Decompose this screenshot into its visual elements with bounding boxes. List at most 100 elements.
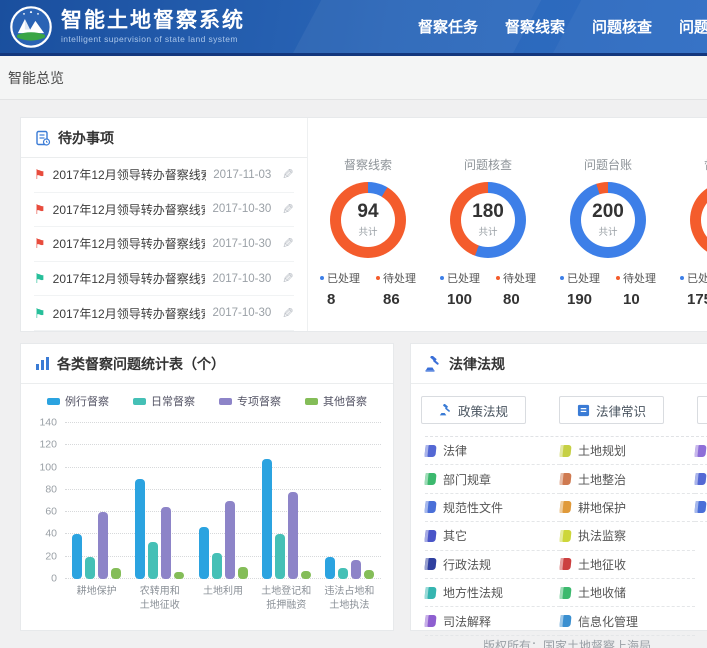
laws-column-2: 土地规划 土地整治 耕地保护 执法监察 土地征收 土地收储 信息化管理 xyxy=(560,437,695,636)
nav-item-issue-verification[interactable]: 问题核查 xyxy=(592,16,652,37)
x-axis-label: 土地利用 xyxy=(191,585,254,612)
gauge-legend-done[interactable]: 已处理 190 xyxy=(560,270,600,308)
edit-pencil-icon[interactable]: ✎ xyxy=(282,166,294,183)
y-axis-tick-label: 0 xyxy=(27,572,57,584)
law-link-land-planning[interactable]: 土地规划 xyxy=(560,437,695,465)
law-link-normative-documents[interactable]: 规范性文件 xyxy=(425,494,560,522)
y-axis-tick-label: 60 xyxy=(27,506,57,518)
pending-dot-icon xyxy=(616,276,620,280)
laws-third-button[interactable] xyxy=(697,396,707,424)
edit-pencil-icon[interactable]: ✎ xyxy=(282,305,294,322)
flag-icon: ⚑ xyxy=(34,237,46,250)
laws-links-grid: 法律 部门规章 规范性文件 其它 行政法规 地方性法规 司法解释 土地规划 土地… xyxy=(425,436,707,636)
nav-item-inspection-tasks[interactable]: 督察任务 xyxy=(418,16,478,37)
gauge-legend-done[interactable]: 已处理 100 xyxy=(440,270,480,308)
gauge-legend-pending[interactable]: 待处理 86 xyxy=(376,270,416,308)
todo-item-title: 2017年12月领导转办督察线索 xyxy=(53,270,206,287)
legal-knowledge-button[interactable]: 法律常识 xyxy=(559,396,664,424)
todo-item[interactable]: ⚑ 2017年12月领导转办督察线索 2017-11-03 ✎ xyxy=(34,158,294,193)
done-value: 100 xyxy=(440,291,480,308)
todo-panel-title: 待办事项 xyxy=(58,128,114,148)
donut-chart: 180 共计 xyxy=(450,182,526,258)
x-axis-labels: 耕地保护农转用和 土地征收土地利用土地登记和 抵押融资违法占地和 土地执法 xyxy=(65,585,381,612)
bar-chart-icon xyxy=(35,356,50,371)
edit-pencil-icon[interactable]: ✎ xyxy=(282,235,294,252)
law-link-land-remediation[interactable]: 土地整治 xyxy=(560,465,695,493)
bar xyxy=(85,557,95,579)
gauge-issue-ledger: 问题台账 200 共计 已处理 190 待处理 10 xyxy=(548,156,668,331)
book-icon xyxy=(424,587,436,599)
x-axis-label: 土地登记和 抵押融资 xyxy=(255,585,318,612)
copyright-footer: 版权所有：国家土地督察上海局 xyxy=(483,637,651,648)
todo-item[interactable]: ⚑ 2017年12月领导转办督察线索 2017-10-30 ✎ xyxy=(34,227,294,262)
todo-item-date: 2017-11-03 xyxy=(213,169,271,181)
todo-item-title: 2017年12月领导转办督察线索 xyxy=(53,166,207,183)
legend-swatch-icon xyxy=(133,398,146,405)
legend-item[interactable]: 专项督察 xyxy=(219,393,281,409)
app-subtitle: intelligent supervision of state land sy… xyxy=(61,34,245,44)
donut-chart: 共计 xyxy=(690,182,707,258)
y-axis-tick-label: 120 xyxy=(27,439,57,451)
bar xyxy=(212,553,222,579)
y-axis-tick-label: 20 xyxy=(27,550,57,562)
main-nav: 督察任务 督察线索 问题核查 问题台账 xyxy=(418,0,707,53)
book-small-icon xyxy=(577,404,590,417)
policy-regulations-button[interactable]: 政策法规 xyxy=(421,396,526,424)
gauge-legend-pending[interactable]: 待处理 80 xyxy=(496,270,536,308)
todo-item-date: 2017-10-30 xyxy=(212,238,271,250)
pending-value: 10 xyxy=(616,291,656,308)
book-icon xyxy=(559,501,571,513)
todo-item[interactable]: ⚑ 2017年12月领导转办督察线索 2017-10-30 ✎ xyxy=(34,193,294,228)
laws-panel: 法律法规 政策法规 法律常识 xyxy=(410,343,707,631)
todo-item-title: 2017年12月领导转办督察线索 xyxy=(53,305,206,322)
law-link-local-regulations[interactable]: 地方性法规 xyxy=(425,579,560,607)
gauge-total: 200 xyxy=(592,202,624,221)
gauge-title: 督察线索 xyxy=(308,156,428,173)
laws-buttons-row: 政策法规 法律常识 xyxy=(411,384,707,424)
gauge-legend-done[interactable]: 已处理 175 xyxy=(680,270,707,308)
bar xyxy=(275,534,285,579)
app-logo-icon xyxy=(10,6,52,48)
x-axis-label: 违法占地和 土地执法 xyxy=(318,585,381,612)
legend-item[interactable]: 其他督察 xyxy=(305,393,367,409)
bar xyxy=(72,534,82,579)
book-icon xyxy=(694,501,706,513)
law-link[interactable] xyxy=(695,465,707,493)
law-link-farmland-protection[interactable]: 耕地保护 xyxy=(560,494,695,522)
law-link-other[interactable]: 其它 xyxy=(425,522,560,550)
bar xyxy=(161,507,171,579)
bar-group xyxy=(191,423,254,579)
book-icon xyxy=(424,445,436,457)
nav-item-issue-ledger[interactable]: 问题台账 xyxy=(679,16,707,37)
breadcrumb: 智能总览 xyxy=(8,68,64,88)
edit-pencil-icon[interactable]: ✎ xyxy=(282,201,294,218)
law-link-information-management[interactable]: 信息化管理 xyxy=(560,607,695,635)
gauge-legend-done[interactable]: 已处理 8 xyxy=(320,270,360,308)
bar xyxy=(111,568,121,579)
todo-item-title: 2017年12月领导转办督察线索 xyxy=(53,235,206,252)
legend-item[interactable]: 例行督察 xyxy=(47,393,109,409)
law-link-land-expropriation[interactable]: 土地征收 xyxy=(560,551,695,579)
law-link-department-rules[interactable]: 部门规章 xyxy=(425,465,560,493)
law-link-laws[interactable]: 法律 xyxy=(425,437,560,465)
book-icon xyxy=(559,558,571,570)
law-link[interactable] xyxy=(695,437,707,465)
todo-item[interactable]: ⚑ 2017年12月领导转办督察线索 2017-10-30 ✎ xyxy=(34,262,294,297)
done-dot-icon xyxy=(440,276,444,280)
todo-item[interactable]: ⚑ 2017年12月领导转办督察线索 2017-10-30 ✎ xyxy=(34,296,294,331)
nav-item-inspection-clues[interactable]: 督察线索 xyxy=(505,16,565,37)
law-link-administrative-regulations[interactable]: 行政法规 xyxy=(425,551,560,579)
law-link-land-reserve[interactable]: 土地收储 xyxy=(560,579,695,607)
law-link-judicial-interpretation[interactable]: 司法解释 xyxy=(425,607,560,635)
legend-swatch-icon xyxy=(305,398,318,405)
book-icon xyxy=(559,530,571,542)
todo-item-date: 2017-10-30 xyxy=(212,307,271,319)
law-link[interactable] xyxy=(695,494,707,522)
law-link-enforcement-supervision[interactable]: 执法监察 xyxy=(560,522,695,550)
edit-pencil-icon[interactable]: ✎ xyxy=(282,270,294,287)
book-icon xyxy=(424,558,436,570)
gavel-small-icon xyxy=(439,404,452,417)
gauge-legend-pending[interactable]: 待处理 10 xyxy=(616,270,656,308)
brand: 智能土地督察系统 intelligent supervision of stat… xyxy=(0,6,245,48)
legend-item[interactable]: 日常督察 xyxy=(133,393,195,409)
